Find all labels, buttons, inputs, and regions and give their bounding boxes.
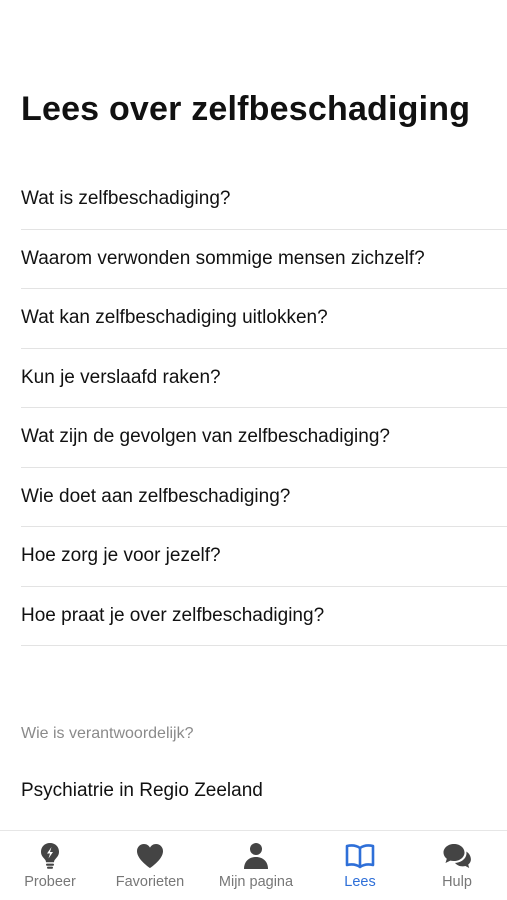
topic-item-uitlokken[interactable]: Wat kan zelfbeschadiging uitlokken? bbox=[21, 289, 507, 349]
topic-list: Wat is zelfbeschadiging? Waarom verwonde… bbox=[21, 170, 507, 646]
tab-mijn-pagina[interactable]: Mijn pagina bbox=[206, 841, 306, 890]
topic-item-waarom[interactable]: Waarom verwonden sommige mensen zichzelf… bbox=[21, 230, 507, 289]
page-title: Lees over zelfbeschadiging bbox=[21, 90, 471, 128]
tab-favorieten[interactable]: Favorieten bbox=[100, 841, 200, 890]
book-icon bbox=[345, 841, 375, 871]
tab-label: Hulp bbox=[442, 874, 472, 890]
tab-bar: Probeer Favorieten Mijn pagina Lees Hulp bbox=[0, 830, 507, 900]
responsible-caption: Wie is verantwoordelijk? bbox=[21, 725, 194, 742]
topic-item-wat-is[interactable]: Wat is zelfbeschadiging? bbox=[21, 170, 507, 230]
topic-item-zorg[interactable]: Hoe zorg je voor jezelf? bbox=[21, 527, 507, 587]
tab-label: Favorieten bbox=[115, 874, 185, 890]
topic-item-gevolgen[interactable]: Wat zijn de gevolgen van zelfbeschadigin… bbox=[21, 408, 507, 468]
tab-probeer[interactable]: Probeer bbox=[0, 841, 100, 890]
chat-bubbles-icon bbox=[442, 841, 472, 871]
tab-label: Probeer bbox=[24, 874, 76, 890]
tab-lees[interactable]: Lees bbox=[310, 841, 410, 890]
topic-item-wie-doet[interactable]: Wie doet aan zelfbeschadiging? bbox=[21, 468, 507, 527]
person-icon bbox=[241, 841, 271, 871]
lightbulb-icon bbox=[35, 841, 65, 871]
topic-item-praat[interactable]: Hoe praat je over zelfbeschadiging? bbox=[21, 587, 507, 646]
responsible-name[interactable]: Psychiatrie in Regio Zeeland bbox=[21, 780, 263, 802]
tab-hulp[interactable]: Hulp bbox=[407, 841, 507, 890]
tab-label: Mijn pagina bbox=[218, 874, 294, 890]
tab-label: Lees bbox=[344, 874, 376, 890]
heart-icon bbox=[135, 841, 165, 871]
topic-item-verslaafd[interactable]: Kun je verslaafd raken? bbox=[21, 349, 507, 408]
